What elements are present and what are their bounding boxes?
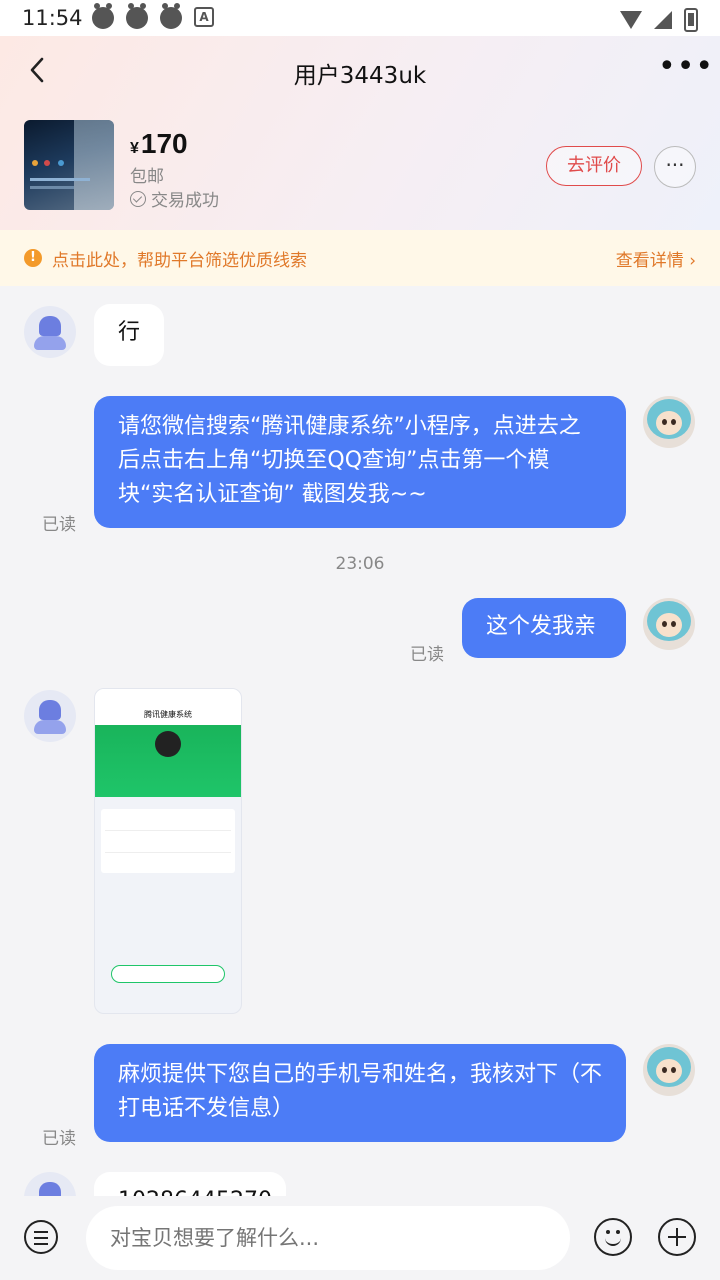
- emoji-button[interactable]: [594, 1218, 632, 1256]
- product-more-button[interactable]: ···: [654, 146, 696, 188]
- message-bubble-outgoing[interactable]: 麻烦提供下您自己的手机号和姓名，我核对下（不打电话不发信息）: [94, 1044, 626, 1142]
- wifi-icon: [620, 11, 642, 29]
- message-bubble-incoming[interactable]: 10286445270: [94, 1172, 286, 1196]
- my-avatar[interactable]: [643, 396, 695, 448]
- alert-circle-icon: !: [24, 249, 42, 267]
- image-help-button: [111, 965, 225, 983]
- signal-icon: [654, 11, 672, 29]
- more-options-button[interactable]: •••: [658, 52, 713, 88]
- notice-details-link[interactable]: 查看详情 ›: [616, 246, 696, 271]
- add-button[interactable]: [658, 1218, 696, 1256]
- input-bar: [0, 1196, 720, 1280]
- more-horizontal-icon: ···: [665, 153, 685, 177]
- status-time: 11:54: [22, 6, 83, 30]
- other-user-avatar[interactable]: [24, 690, 76, 742]
- time-divider: 23:06: [335, 554, 385, 574]
- shipping-label: 包邮: [130, 167, 164, 187]
- chat-messages[interactable]: 行 请您微信搜索“腾讯健康系统”小程序，点进去之后点击右上角“切换至QQ查询”点…: [0, 286, 720, 1196]
- message-bubble-outgoing[interactable]: 这个发我亲: [462, 598, 626, 658]
- image-profile-header: [95, 725, 241, 797]
- chat-header: 用户3443uk ••• ¥170 包邮 交易成功 去评价 ···: [0, 36, 720, 230]
- currency-symbol: ¥: [130, 140, 139, 157]
- notification-icons: A: [92, 3, 214, 29]
- notice-banner[interactable]: ! 点击此处，帮助平台筛选优质线索 查看详情 ›: [0, 230, 720, 286]
- deal-status-text: 交易成功: [151, 191, 219, 211]
- status-bar: 11:54 A: [0, 0, 720, 36]
- product-thumbnail[interactable]: [24, 120, 114, 210]
- keyboard-a-icon: A: [194, 7, 214, 27]
- app-notification-icon: [92, 3, 114, 29]
- image-title: 腾讯健康系统: [95, 709, 241, 725]
- image-info-card: [101, 809, 235, 873]
- review-button[interactable]: 去评价: [546, 146, 642, 186]
- menu-button[interactable]: [24, 1220, 58, 1254]
- more-horizontal-icon: •••: [658, 49, 715, 84]
- other-user-avatar[interactable]: [24, 1172, 76, 1196]
- page-title: 用户3443uk: [293, 63, 427, 89]
- image-status-bar: [95, 689, 241, 709]
- app-notification-icon: [126, 3, 148, 29]
- my-avatar[interactable]: [643, 598, 695, 650]
- smile-icon: [606, 1230, 610, 1234]
- my-avatar[interactable]: [643, 1044, 695, 1096]
- message-input[interactable]: [86, 1206, 570, 1270]
- other-user-avatar[interactable]: [24, 306, 76, 358]
- read-receipt: 已读: [42, 515, 76, 535]
- battery-icon: [684, 8, 698, 32]
- image-message[interactable]: 腾讯健康系统: [94, 688, 242, 1014]
- message-bubble-incoming[interactable]: 行: [94, 304, 165, 366]
- deal-status: 交易成功: [130, 186, 219, 211]
- read-receipt: 已读: [410, 645, 444, 665]
- system-icons: [620, 8, 698, 32]
- price-value: 170: [140, 128, 188, 159]
- menu-icon: [34, 1231, 48, 1233]
- message-bubble-outgoing[interactable]: 请您微信搜索“腾讯健康系统”小程序，点进去之后点击右上角“切换至QQ查询”点击第…: [94, 396, 626, 528]
- read-receipt: 已读: [42, 1129, 76, 1149]
- app-notification-icon: [160, 3, 182, 29]
- product-price: ¥170: [130, 128, 188, 160]
- check-circle-icon: [130, 190, 146, 207]
- notice-text: 点击此处，帮助平台筛选优质线索: [52, 251, 307, 271]
